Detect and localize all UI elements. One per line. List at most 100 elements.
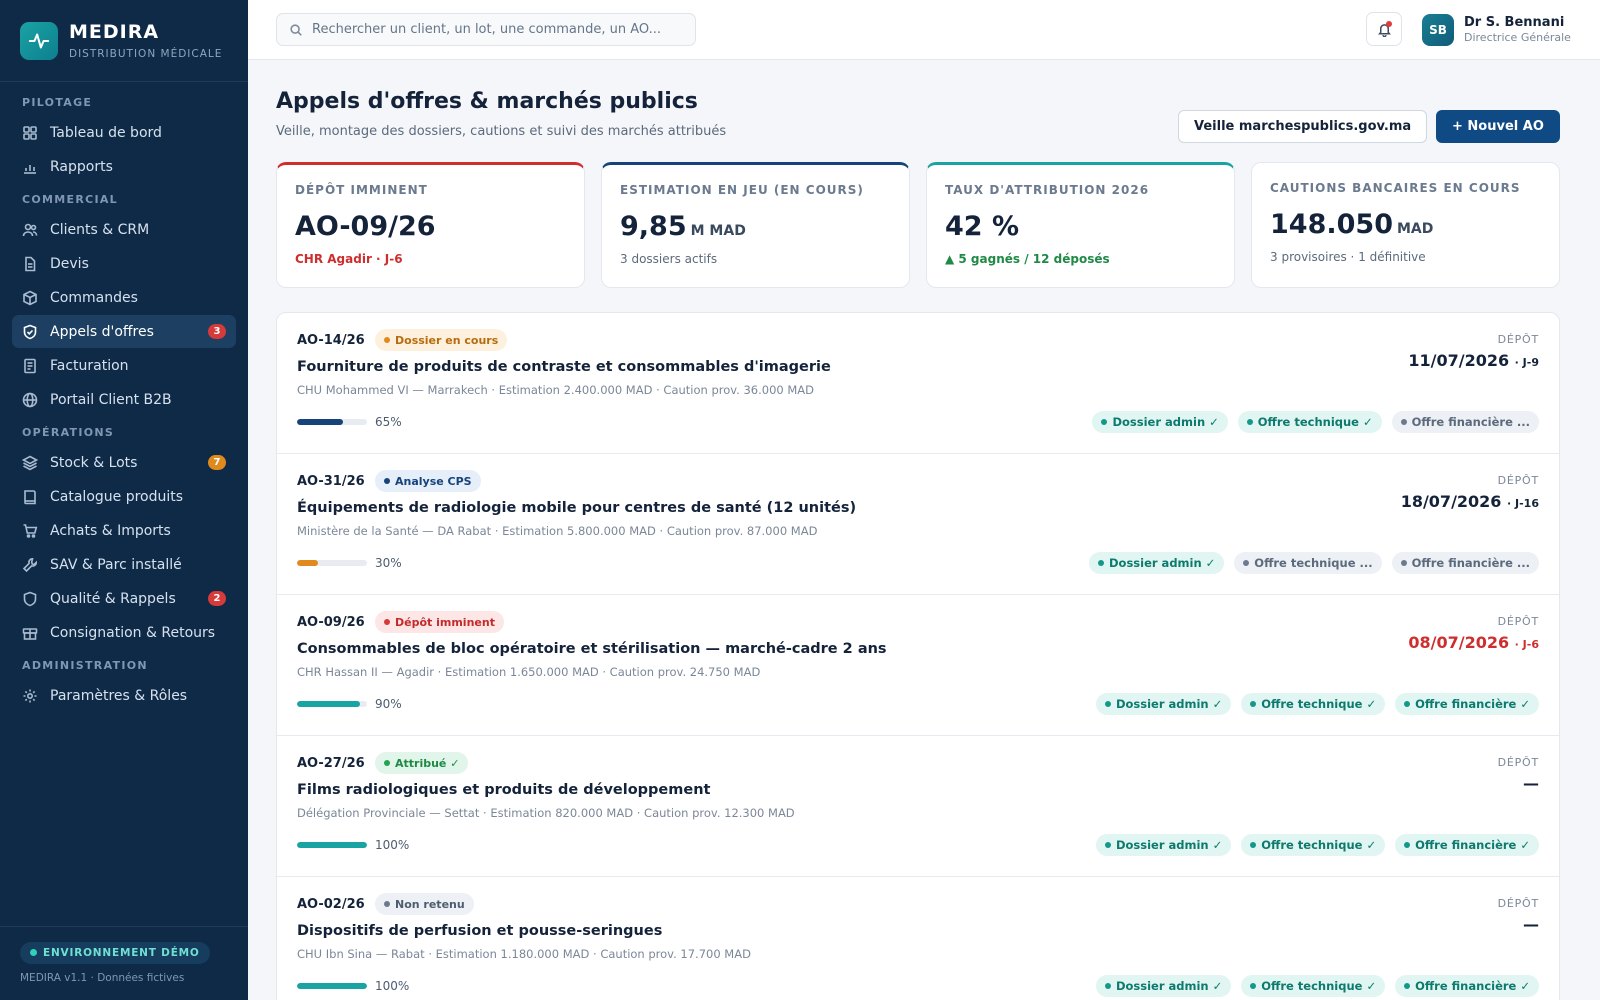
kpi-card-depot-imminent[interactable]: DÉPÔT IMMINENT AO-09/26 CHR Agadir · J-6 xyxy=(276,162,585,288)
status-label: Dossier en cours xyxy=(395,333,499,347)
sidebar-item-label: Tableau de bord xyxy=(50,124,162,141)
checklist-tag-label: Offre technique ✓ xyxy=(1261,697,1377,711)
book-icon xyxy=(22,489,38,505)
user-role: Directrice Générale xyxy=(1464,31,1571,44)
version-label: MEDIRA v1.1 · Données fictives xyxy=(20,971,185,984)
sidebar-item-catalogue-produits[interactable]: Catalogue produits xyxy=(12,480,236,513)
tender-ref[interactable]: AO-27/26 xyxy=(297,756,365,771)
sidebar-item-achats-imports[interactable]: Achats & Imports xyxy=(12,514,236,547)
count-badge: 2 xyxy=(208,591,226,606)
sidebar-item-facturation[interactable]: Facturation xyxy=(12,349,236,382)
sidebar-item-label: Facturation xyxy=(50,357,129,374)
user-menu[interactable]: Dr S. Bennani Directrice Générale xyxy=(1464,15,1571,44)
watch-button[interactable]: Veille marchespublics.gov.ma xyxy=(1178,110,1428,143)
checklist-tag[interactable]: Offre technique ✓ xyxy=(1241,975,1386,997)
table-row[interactable]: AO-14/26 Dossier en cours Fourniture de pr… xyxy=(277,313,1559,454)
checklist-tag[interactable]: Dossier admin ✓ xyxy=(1095,834,1232,856)
progress-bar xyxy=(297,842,367,848)
tender-meta: CHR Hassan II — Agadir · Estimation 1.65… xyxy=(297,665,761,679)
status-label: Dépôt imminent xyxy=(395,615,495,629)
sidebar-item-appels-doffres[interactable]: Appels d'offres 3 xyxy=(12,315,236,348)
nav-section-title: PILOTAGE xyxy=(22,96,93,109)
checklist-tag[interactable]: Dossier admin ✓ xyxy=(1095,693,1232,715)
kpi-sub: 3 dossiers actifs xyxy=(620,252,718,266)
sidebar-item-commandes[interactable]: Commandes xyxy=(12,281,236,314)
kpi-value: 42 % xyxy=(945,211,1216,242)
sidebar-item-parametres-roles[interactable]: Paramètres & Rôles xyxy=(12,679,236,712)
kpi-card-taux-attribution[interactable]: TAUX D'ATTRIBUTION 2026 42 % ▲ 5 gagnés … xyxy=(926,162,1235,288)
progress-bar xyxy=(297,983,367,989)
progress-percent: 30% xyxy=(375,556,402,570)
sidebar-item-sav-parc[interactable]: SAV & Parc installé xyxy=(12,548,236,581)
checklist-tag[interactable]: Dossier admin ✓ xyxy=(1095,975,1232,997)
sidebar-item-rapports[interactable]: Rapports xyxy=(12,150,236,183)
sidebar-item-consignation-retours[interactable]: Consignation & Retours xyxy=(12,616,236,649)
sidebar-item-clients-crm[interactable]: Clients & CRM xyxy=(12,213,236,246)
kpi-sub: ▲ 5 gagnés / 12 déposés xyxy=(945,252,1110,266)
kpi-card-cautions[interactable]: CAUTIONS BANCAIRES EN COURS 148.050 MAD 3… xyxy=(1251,162,1560,288)
notifications-button[interactable] xyxy=(1366,12,1402,46)
brand[interactable]: MEDIRA DISTRIBUTION MÉDICALE xyxy=(0,0,248,82)
tender-ref[interactable]: AO-02/26 xyxy=(297,897,365,912)
sidebar-item-qualite-rappels[interactable]: Qualité & Rappels 2 xyxy=(12,582,236,615)
receipt-icon xyxy=(22,358,38,374)
depot-date: 08/07/2026 · J-6 xyxy=(1408,633,1539,652)
tender-title[interactable]: Dispositifs de perfusion et pousse-serin… xyxy=(297,923,662,939)
checklist-tag-label: Dossier admin ✓ xyxy=(1112,415,1219,429)
sidebar-item-label: Rapports xyxy=(50,158,113,175)
new-tender-button[interactable]: + Nouvel AO xyxy=(1436,110,1560,143)
checklist-tag[interactable]: Offre financière ✓ xyxy=(1395,834,1539,856)
depot-countdown: · J-9 xyxy=(1514,356,1539,369)
layers-icon xyxy=(22,455,38,471)
sidebar-item-label: Appels d'offres xyxy=(50,323,154,340)
kpi-value-number: 9,85 xyxy=(620,211,687,242)
checklist-tag[interactable]: Offre technique ✓ xyxy=(1241,693,1386,715)
status-dot-icon xyxy=(1104,983,1111,989)
checklist-tag[interactable]: Offre financière ... xyxy=(1391,411,1539,433)
checklist-tag[interactable]: Offre financière ✓ xyxy=(1395,975,1539,997)
checklist-tag[interactable]: Offre technique ✓ xyxy=(1237,411,1382,433)
kpi-value-number: AO-09/26 xyxy=(295,211,436,242)
tender-title[interactable]: Fourniture de produits de contraste et c… xyxy=(297,359,831,375)
checklist-tag[interactable]: Dossier admin ✓ xyxy=(1092,411,1228,433)
search-input[interactable] xyxy=(312,22,672,37)
tender-ref[interactable]: AO-14/26 xyxy=(297,333,365,348)
depot-date-value: — xyxy=(1523,915,1539,934)
kpi-value: 148.050 MAD xyxy=(1270,209,1541,240)
checklist-tag[interactable]: Offre financière ... xyxy=(1391,552,1539,574)
topbar: SB Dr S. Bennani Directrice Générale xyxy=(248,0,1600,60)
tender-ref[interactable]: AO-09/26 xyxy=(297,615,365,630)
sidebar-item-label: Consignation & Retours xyxy=(50,624,216,641)
kpi-sub: 3 provisoires · 1 définitive xyxy=(1270,250,1426,264)
checklist-tags: Dossier admin ✓ Offre technique ✓ Offre fi… xyxy=(1095,693,1539,715)
table-row[interactable]: AO-31/26 Analyse CPS Équipements de radiol… xyxy=(277,454,1559,595)
sidebar-item-stock-lots[interactable]: Stock & Lots 7 xyxy=(12,446,236,479)
tender-title[interactable]: Équipements de radiologie mobile pour ce… xyxy=(297,500,856,516)
sidebar-item-devis[interactable]: Devis xyxy=(12,247,236,280)
status-label: Attribué ✓ xyxy=(395,756,460,770)
table-row[interactable]: AO-09/26 Dépôt imminent Consommables de bl… xyxy=(277,595,1559,736)
checklist-tag[interactable]: Offre technique ... xyxy=(1234,552,1382,574)
checklist-tag[interactable]: Offre financière ✓ xyxy=(1395,693,1539,715)
tender-title[interactable]: Films radiologiques et produits de dével… xyxy=(297,782,710,798)
sidebar-item-label: Paramètres & Rôles xyxy=(50,687,188,704)
checklist-tag[interactable]: Dossier admin ✓ xyxy=(1089,552,1225,574)
table-row[interactable]: AO-02/26 Non retenu Dispositifs de perfusi… xyxy=(277,877,1559,1000)
avatar[interactable]: SB xyxy=(1422,14,1454,46)
tender-title[interactable]: Consommables de bloc opératoire et stéri… xyxy=(297,641,887,657)
status-dot-icon xyxy=(384,478,390,484)
kpi-card-estimation[interactable]: ESTIMATION EN JEU (EN COURS) 9,85 M MAD 3… xyxy=(601,162,910,288)
progress-fill xyxy=(297,701,360,707)
env-label: ENVIRONNEMENT DÉMO xyxy=(43,946,200,959)
checklist-tag-label: Dossier admin ✓ xyxy=(1109,556,1216,570)
progress-fill xyxy=(297,560,318,566)
sidebar-item-tableau-de-bord[interactable]: Tableau de bord xyxy=(12,116,236,149)
table-row[interactable]: AO-27/26 Attribué ✓ Films radiologiques et… xyxy=(277,736,1559,877)
tender-ref[interactable]: AO-31/26 xyxy=(297,474,365,489)
search-box[interactable] xyxy=(276,13,696,46)
sidebar-nav: PILOTAGE Tableau de bord Rapports COMMER… xyxy=(0,82,248,712)
sidebar-item-portail-client-b2b[interactable]: Portail Client B2B xyxy=(12,383,236,416)
kpi-value: 9,85 M MAD xyxy=(620,211,891,242)
checklist-tag[interactable]: Offre technique ✓ xyxy=(1241,834,1386,856)
progress-fill xyxy=(297,983,367,989)
